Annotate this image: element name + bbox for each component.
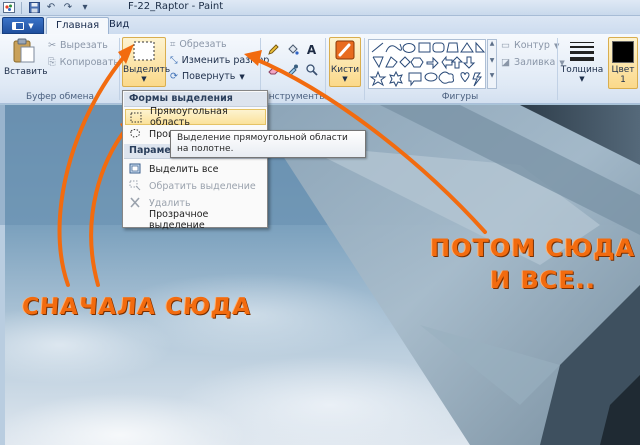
title-bar: ↶ ↷ ▾ F-22_Raptor - Paint [0, 0, 640, 16]
paste-icon [13, 38, 35, 63]
shapes-gallery[interactable] [368, 39, 486, 89]
color1-index: 1 [620, 75, 626, 85]
save-icon[interactable] [27, 1, 41, 14]
chevron-down-icon: ▼ [141, 75, 147, 83]
rect-selection-label: Прямоугольная область [150, 106, 228, 128]
menu-item-select-all[interactable]: Выделить все [125, 161, 266, 177]
group-separator [557, 38, 558, 100]
copy-icon: ⎘ [48, 57, 56, 68]
file-menu-button[interactable]: ▼ [2, 17, 44, 34]
chevron-down-icon: ▼ [579, 75, 585, 83]
select-button[interactable]: Выделить ▼ [122, 37, 171, 87]
crop-icon: ⌗ [170, 39, 176, 50]
ribbon: Вставить ✂ Вырезать ⎘ Копировать Буфер о… [0, 34, 640, 104]
annotation-then-here-line1: ПОТОМ СЮДА [430, 234, 636, 262]
tab-home-label: Главная [56, 20, 100, 31]
color-picker-icon[interactable] [285, 62, 300, 77]
select-label: Выделить [123, 65, 171, 75]
rotate-button[interactable]: ⟳ Повернуть ▼ [170, 71, 245, 82]
outline-icon: ▭ [501, 40, 510, 51]
menu-item-invert-selection[interactable]: Обратить выделение [125, 178, 266, 194]
free-form-selection-icon [130, 129, 140, 138]
redo-icon[interactable]: ↷ [61, 1, 75, 14]
rect-selection-icon [130, 112, 142, 123]
tab-view[interactable]: Вид [100, 17, 138, 34]
invert-selection-icon [129, 180, 141, 191]
annotation-then-here-line2: И ВСЕ.. [490, 266, 596, 294]
fill-button[interactable]: ◪ Заливка ▼ [501, 57, 565, 68]
menu-item-rectangular-selection[interactable]: Прямоугольная область [125, 106, 266, 128]
group-separator [364, 38, 365, 100]
cut-label: Вырезать [59, 40, 108, 51]
fill-icon: ◪ [501, 57, 510, 68]
scissors-icon: ✂ [48, 40, 56, 51]
selection-shapes-header: Формы выделения [124, 92, 267, 107]
ribbon-tab-row: ▼ Главная Вид [0, 16, 640, 34]
brushes-button[interactable]: Кисти ▼ [329, 37, 361, 87]
color1-swatch [612, 41, 634, 63]
undo-icon[interactable]: ↶ [44, 1, 58, 14]
gallery-expand-icon[interactable]: ▼ [488, 72, 496, 79]
select-all-label: Выделить все [149, 163, 219, 175]
resize-label: Изменить размер [181, 55, 270, 66]
menu-item-transparent-selection[interactable]: Прозрачное выделение [125, 209, 266, 231]
eraser-icon[interactable] [266, 62, 281, 77]
chevron-down-icon: ▼ [28, 21, 34, 30]
crop-label: Обрезать [179, 39, 227, 50]
size-label: Толщина [560, 65, 604, 75]
fill-label: Заливка [513, 57, 556, 68]
cut-button[interactable]: ✂ Вырезать [48, 40, 108, 51]
shapes-gallery-icons [369, 41, 486, 88]
color1-label: Цвет [611, 65, 635, 75]
copy-button[interactable]: ⎘ Копировать [48, 57, 119, 68]
resize-icon: ⤡ [170, 55, 178, 66]
color1-button[interactable]: Цвет 1 [608, 37, 638, 89]
chevron-down-icon: ▼ [342, 75, 348, 83]
brush-icon [335, 40, 355, 60]
magnifier-icon[interactable] [304, 62, 319, 77]
copy-label: Копировать [59, 57, 119, 68]
paint-app-icon[interactable] [2, 1, 16, 14]
crop-button[interactable]: ⌗ Обрезать [170, 39, 227, 50]
file-menu-icon [12, 21, 25, 30]
group-separator [119, 38, 120, 100]
qat-separator [21, 1, 22, 14]
shapes-group-label: Фигуры [441, 92, 479, 102]
delete-icon [130, 197, 140, 208]
group-separator [325, 38, 326, 100]
qat-customize-icon[interactable]: ▾ [78, 1, 92, 14]
size-button[interactable]: Толщина ▼ [560, 40, 604, 83]
select-all-icon [129, 163, 141, 174]
window-title: F-22_Raptor - Paint [128, 1, 224, 12]
shapes-gallery-scrollbar[interactable]: ▲ ▼ ▼ [487, 39, 497, 89]
resize-button[interactable]: ⤡ Изменить размер [170, 55, 269, 66]
quick-access-toolbar: ↶ ↷ ▾ [2, 1, 92, 14]
chevron-down-icon[interactable]: ▼ [488, 57, 496, 64]
rotate-label: Повернуть [181, 71, 236, 82]
rect-selection-tooltip: Выделение прямоугольной области на полот… [170, 130, 366, 158]
rotate-icon: ⟳ [170, 71, 178, 82]
chevron-up-icon[interactable]: ▲ [488, 40, 496, 47]
outline-button[interactable]: ▭ Контур ▼ [501, 40, 559, 51]
line-width-icon [570, 42, 594, 61]
invert-selection-label: Обратить выделение [149, 180, 256, 192]
delete-label: Удалить [149, 197, 191, 209]
paste-button[interactable]: Вставить [4, 38, 48, 77]
brushes-label: Кисти [330, 65, 360, 75]
transparent-selection-label: Прозрачное выделение [149, 209, 209, 231]
paste-label: Вставить [4, 67, 48, 77]
select-dropdown-menu: Формы выделения Прямоугольная область Пр… [122, 90, 268, 231]
text-tool-icon[interactable]: A [304, 42, 319, 57]
tab-view-label: Вид [109, 19, 130, 30]
outline-label: Контур [513, 40, 550, 51]
selection-icon [133, 41, 155, 61]
tools-group-label: Инструменты [262, 92, 327, 102]
annotation-first-here: СНАЧАЛА СЮДА [21, 294, 253, 320]
fill-bucket-icon[interactable] [285, 42, 300, 57]
pencil-icon[interactable] [266, 42, 281, 57]
clipboard-group-label: Буфер обмена [25, 92, 95, 102]
chevron-down-icon: ▼ [239, 72, 245, 81]
